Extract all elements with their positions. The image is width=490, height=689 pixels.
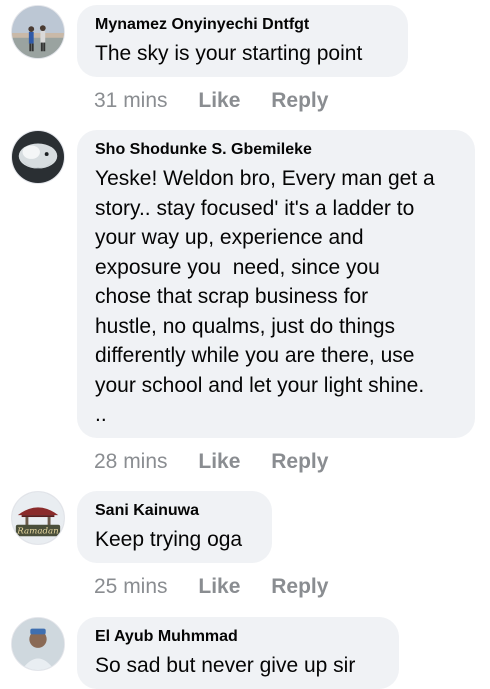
comment-bubble[interactable]: El Ayub Muhmmad So sad but never give up… [77, 617, 399, 689]
comment-actions: 25 mins Like Reply [94, 573, 353, 601]
comment-text-line: hustle, no qualms, just do things [95, 314, 396, 338]
comment-author[interactable]: Sani Kainuwa [95, 501, 254, 521]
comment-text: Yeske! Weldon bro, Every man get a story… [95, 164, 457, 430]
comment-actions: 28 mins Like Reply [94, 448, 353, 476]
comment-text: The sky is your starting point [95, 42, 363, 65]
reply-button[interactable]: Reply [271, 87, 328, 115]
comment-text-line: your school and let your light shine. [95, 373, 425, 397]
comment-text-line: your way up, experience and [95, 226, 364, 249]
like-button[interactable]: Like [198, 87, 240, 115]
reply-button[interactable]: Reply [271, 573, 328, 601]
avatar-text: Ramadan [16, 526, 59, 536]
comment-bubble[interactable]: Sho Shodunke S. Gbemileke Yeske! Weldon … [77, 130, 475, 438]
like-button[interactable]: Like [198, 448, 240, 476]
reply-button[interactable]: Reply [271, 448, 328, 476]
like-button[interactable]: Like [198, 573, 240, 601]
avatar[interactable]: Ramadan [11, 491, 65, 545]
avatar[interactable] [11, 130, 65, 184]
comment-actions: 31 mins Like Reply [94, 87, 353, 115]
comment-bubble[interactable]: Sani Kainuwa Keep trying oga [77, 491, 272, 563]
comment-text-line: story.. stay focused' it's a ladder to [95, 196, 415, 220]
comment-text-line: Yeske! Weldon bro, Every man get a [95, 167, 435, 190]
comment-author[interactable]: Sho Shodunke S. Gbemileke [95, 140, 457, 160]
comment-text: So sad but never give up sir [95, 654, 356, 677]
avatar[interactable] [11, 617, 65, 671]
comment-text-line: differently while you are there, use [95, 344, 415, 367]
comment-timestamp[interactable]: 31 mins [94, 87, 168, 115]
comment-text-line: .. [95, 403, 107, 426]
comment-author[interactable]: El Ayub Muhmmad [95, 627, 381, 647]
comment-text-line: exposure you need, since you [95, 255, 380, 279]
comment-bubble[interactable]: Mynamez Onyinyechi Dntfgt The sky is you… [77, 5, 408, 77]
comment-text-line: chose that scrap business for [95, 285, 369, 308]
avatar[interactable] [11, 5, 65, 59]
comment-author[interactable]: Mynamez Onyinyechi Dntfgt [95, 15, 390, 35]
comment-timestamp[interactable]: 25 mins [94, 573, 168, 601]
comment-text: Keep trying oga [95, 528, 243, 551]
comment-timestamp[interactable]: 28 mins [94, 448, 168, 476]
